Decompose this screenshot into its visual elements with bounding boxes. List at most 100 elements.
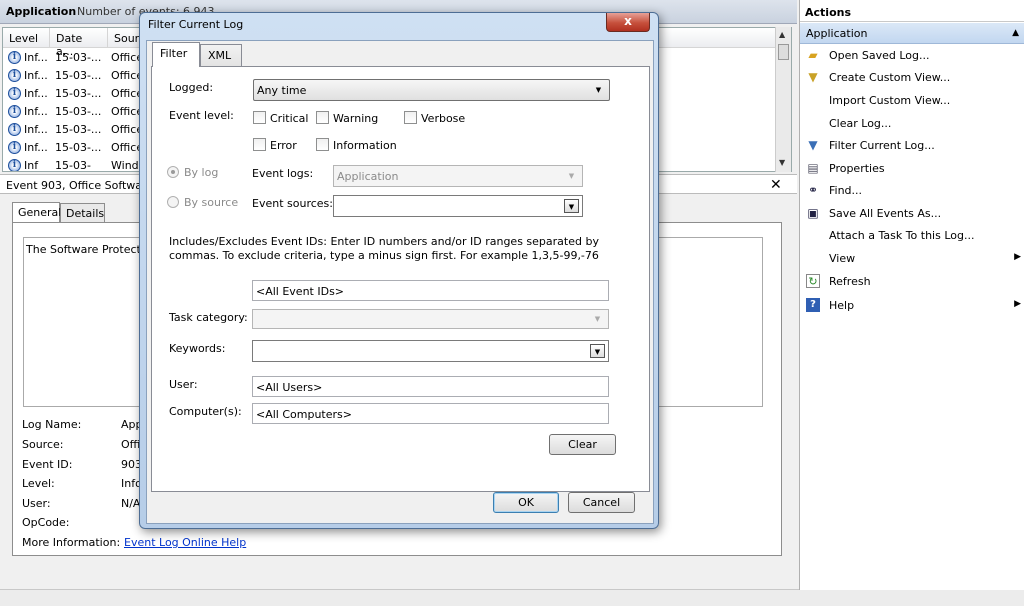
information-icon: i xyxy=(8,141,21,154)
field-label: Source: xyxy=(22,438,64,451)
action-label: Clear Log... xyxy=(829,117,892,130)
action-create-custom-view[interactable]: ▼ Create Custom View... xyxy=(800,67,1024,89)
critical-checkbox[interactable] xyxy=(253,111,266,124)
row-date: 15-03-... xyxy=(55,105,102,118)
chevron-down-icon: ▼ xyxy=(564,199,579,213)
event-log-online-help-link[interactable]: Event Log Online Help xyxy=(124,536,246,549)
actions-section-application[interactable]: Application ▲ xyxy=(800,23,1024,44)
verbose-checkbox[interactable] xyxy=(404,111,417,124)
column-header-level[interactable]: Level xyxy=(3,28,50,48)
computers-value: <All Computers> xyxy=(256,408,352,421)
field-label: Level: xyxy=(22,477,55,490)
user-input[interactable]: <All Users> xyxy=(252,376,609,397)
action-attach-task[interactable]: Attach a Task To this Log... xyxy=(800,225,1024,247)
computers-input[interactable]: <All Computers> xyxy=(252,403,609,424)
by-source-label: By source xyxy=(184,196,239,209)
tab-label: Filter xyxy=(160,47,188,60)
filter-current-log-dialog: Filter Current Log x Filter XML Logged: … xyxy=(139,12,659,529)
dialog-title: Filter Current Log xyxy=(148,18,244,31)
column-header-date[interactable]: Date a... xyxy=(50,28,108,58)
action-find[interactable]: ⚭ Find... xyxy=(800,180,1024,202)
events-scrollbar[interactable]: ▲ ▼ xyxy=(775,27,791,172)
chevron-down-icon: ▼ xyxy=(568,172,575,180)
event-ids-input[interactable]: <All Event IDs> xyxy=(252,280,609,301)
folder-open-icon: ▰ xyxy=(808,48,818,62)
information-checkbox[interactable] xyxy=(316,138,329,151)
action-refresh[interactable]: ↻ Refresh xyxy=(800,271,1024,293)
tab-label: Details xyxy=(66,207,105,220)
close-icon[interactable]: ✕ xyxy=(770,177,782,193)
action-label: Import Custom View... xyxy=(829,94,951,107)
refresh-icon: ↻ xyxy=(806,274,820,288)
task-category-dropdown[interactable]: ▼ xyxy=(252,309,609,329)
action-open-saved-log[interactable]: ▰ Open Saved Log... xyxy=(800,45,1024,67)
row-level: Inf... xyxy=(24,87,48,100)
tab-general[interactable]: General xyxy=(12,202,62,223)
section-label: Application xyxy=(806,27,868,40)
action-label: Open Saved Log... xyxy=(829,49,930,62)
row-level: Inf... xyxy=(24,141,48,154)
action-save-all-events-as[interactable]: ▣ Save All Events As... xyxy=(800,203,1024,225)
action-view[interactable]: View ▶ xyxy=(800,248,1024,270)
ok-button[interactable]: OK xyxy=(493,492,559,513)
clear-button[interactable]: Clear xyxy=(549,434,616,455)
warning-checkbox[interactable] xyxy=(316,111,329,124)
event-ids-help-text: Includes/Excludes Event IDs: Enter ID nu… xyxy=(169,235,599,262)
action-help[interactable]: ? Help ▶ xyxy=(800,295,1024,317)
action-properties[interactable]: ▤ Properties xyxy=(800,158,1024,180)
chevron-down-icon: ▼ xyxy=(595,86,602,94)
event-sources-dropdown[interactable]: ▼ xyxy=(333,195,583,217)
computers-label: Computer(s): xyxy=(169,405,242,418)
binoculars-icon: ⚭ xyxy=(807,183,819,197)
tab-filter[interactable]: Filter xyxy=(152,42,200,67)
action-label: Find... xyxy=(829,184,863,197)
by-source-radio[interactable] xyxy=(167,196,179,208)
row-date: 15-03-... xyxy=(55,123,102,136)
row-level: Inf... xyxy=(24,105,48,118)
keywords-dropdown[interactable]: ▼ xyxy=(252,340,609,362)
chevron-down-icon: ▼ xyxy=(594,315,601,323)
event-detail-title: Event 903, Office Software I xyxy=(6,179,160,192)
event-ids-value: <All Event IDs> xyxy=(256,285,345,298)
logged-dropdown[interactable]: Any time ▼ xyxy=(253,79,610,101)
cancel-button[interactable]: Cancel xyxy=(568,492,635,513)
action-clear-log[interactable]: Clear Log... xyxy=(800,113,1024,135)
action-import-custom-view[interactable]: Import Custom View... xyxy=(800,90,1024,112)
tab-xml[interactable]: XML xyxy=(200,44,242,66)
action-label: Save All Events As... xyxy=(829,207,942,220)
field-value: N/A xyxy=(121,497,141,510)
help-icon: ? xyxy=(806,298,820,312)
row-date: 15-03-... xyxy=(55,51,102,64)
event-logs-dropdown[interactable]: Application ▼ xyxy=(333,165,583,187)
scroll-down-icon[interactable]: ▼ xyxy=(779,158,785,167)
row-date: 15-03-... xyxy=(55,87,102,100)
by-log-radio[interactable] xyxy=(167,166,179,178)
scroll-thumb[interactable] xyxy=(778,44,789,60)
user-label: User: xyxy=(169,378,198,391)
row-date: 15-03- xyxy=(55,159,91,172)
tab-details[interactable]: Details xyxy=(60,203,105,222)
ok-label: OK xyxy=(518,496,534,509)
tab-label: General xyxy=(18,206,62,219)
submenu-arrow-icon: ▶ xyxy=(1014,252,1021,262)
collapse-icon[interactable]: ▲ xyxy=(1012,28,1019,38)
close-button[interactable]: x xyxy=(606,13,650,32)
scroll-up-icon[interactable]: ▲ xyxy=(779,30,785,39)
action-label: Properties xyxy=(829,162,885,175)
event-description-text: The Software Protection xyxy=(26,243,158,256)
information-icon: i xyxy=(8,105,21,118)
field-label: User: xyxy=(22,497,51,510)
information-icon: i xyxy=(8,159,21,171)
filter-icon: ▼ xyxy=(808,138,818,152)
error-checkbox[interactable] xyxy=(253,138,266,151)
critical-label: Critical xyxy=(270,112,309,125)
keywords-label: Keywords: xyxy=(169,342,226,355)
save-icon: ▣ xyxy=(807,206,819,220)
status-bar xyxy=(0,589,1024,606)
action-label: Filter Current Log... xyxy=(829,139,935,152)
action-filter-current-log[interactable]: ▼ Filter Current Log... xyxy=(800,135,1024,157)
actions-pane: Actions Application ▲ ▰ Open Saved Log..… xyxy=(799,0,1024,590)
row-level: Inf xyxy=(24,159,39,172)
action-label: Create Custom View... xyxy=(829,71,951,84)
information-icon: i xyxy=(8,69,21,82)
